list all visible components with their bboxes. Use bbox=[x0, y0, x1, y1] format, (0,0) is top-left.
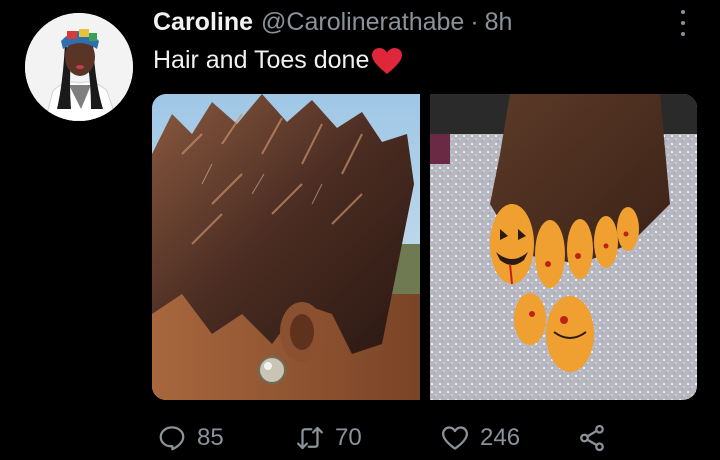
retweet-count: 70 bbox=[335, 424, 362, 451]
tweet-text: Hair and Toes done bbox=[153, 46, 403, 75]
like-button[interactable]: 246 bbox=[440, 423, 520, 453]
timestamp[interactable]: 8h bbox=[485, 8, 513, 37]
tweet-media bbox=[152, 94, 697, 400]
separator-dot: · bbox=[470, 8, 479, 36]
hair-photo[interactable] bbox=[152, 94, 420, 400]
toes-photo[interactable] bbox=[430, 94, 697, 400]
toes-photo-image bbox=[430, 94, 697, 400]
reply-icon bbox=[159, 426, 185, 451]
share-icon bbox=[580, 424, 604, 452]
tweet-text-content: Hair and Toes done bbox=[153, 46, 370, 74]
retweet-button[interactable]: 70 bbox=[295, 423, 362, 453]
share-button[interactable] bbox=[577, 423, 607, 453]
user-handle[interactable]: @Carolinerathabe bbox=[261, 8, 464, 37]
reply-count: 85 bbox=[197, 424, 224, 451]
like-icon bbox=[442, 426, 468, 450]
tweet-actions: 85 70 246 bbox=[157, 423, 620, 457]
display-name[interactable]: Caroline bbox=[153, 8, 253, 37]
tweet-header: Caroline @Carolinerathabe · 8h bbox=[153, 8, 700, 42]
retweet-icon bbox=[297, 426, 323, 450]
more-options-icon[interactable] bbox=[676, 10, 690, 36]
avatar-image bbox=[25, 13, 133, 121]
avatar[interactable] bbox=[25, 13, 133, 121]
red-heart-emoji-icon bbox=[371, 47, 403, 75]
reply-button[interactable]: 85 bbox=[157, 423, 224, 453]
hair-photo-image bbox=[152, 94, 420, 400]
like-count: 246 bbox=[480, 424, 521, 451]
